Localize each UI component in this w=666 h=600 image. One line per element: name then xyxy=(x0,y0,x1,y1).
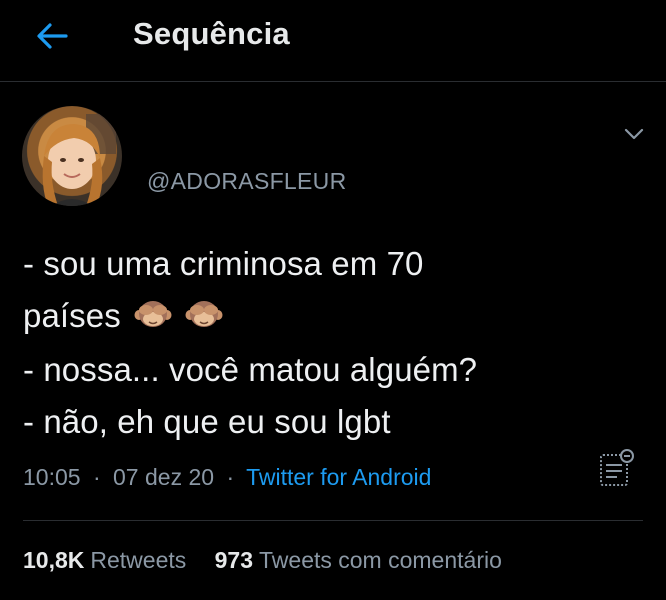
tweet-text: - sou uma criminosa em 70 países - nossa… xyxy=(23,238,643,448)
engagement-stats: 10,8K Retweets 973 Tweets com comentário xyxy=(23,547,524,574)
quote-tweets-label: Tweets com comentário xyxy=(259,547,502,573)
avatar[interactable] xyxy=(22,106,122,206)
tweet-date: 07 dez 20 xyxy=(113,464,215,490)
see-no-evil-monkey-icon xyxy=(185,292,223,344)
tweet-source-link[interactable]: Twitter for Android xyxy=(246,464,431,490)
tweet-line-text: países xyxy=(23,297,121,334)
meta-separator: · xyxy=(92,464,101,490)
retweets-count: 10,8K xyxy=(23,547,85,573)
author-handle[interactable]: @ADORASFLEUR xyxy=(147,168,346,195)
meta-separator: · xyxy=(226,464,235,490)
tweet-line: - sou uma criminosa em 70 xyxy=(23,245,424,282)
back-button[interactable] xyxy=(30,18,74,54)
retweets-stat[interactable]: 10,8K Retweets xyxy=(23,547,186,573)
tweet-line: países xyxy=(23,290,643,344)
quote-tweets-count: 973 xyxy=(214,547,254,573)
see-no-evil-monkey-icon xyxy=(134,292,172,344)
quote-tweets-stat[interactable]: 973 Tweets com comentário xyxy=(215,547,502,573)
tweet-detail-screen: Sequência @ADORASFLEUR - sou uma crimino… xyxy=(0,0,666,600)
tweet-line: - nossa... você matou alguém? xyxy=(23,351,478,389)
analytics-button[interactable] xyxy=(597,447,635,491)
tweet-line: - não, eh que eu sou lgbt xyxy=(23,403,391,441)
more-options-button[interactable] xyxy=(620,122,648,146)
page-title: Sequência xyxy=(133,16,290,51)
divider xyxy=(23,520,643,521)
chevron-down-icon xyxy=(624,128,644,140)
profile-photo-icon xyxy=(42,114,116,206)
top-bar: Sequência xyxy=(0,0,666,82)
analytics-icon xyxy=(600,449,634,486)
tweet-meta: 10:05 · 07 dez 20 · Twitter for Android xyxy=(23,464,431,491)
retweets-label: Retweets xyxy=(90,547,187,573)
tweet-time: 10:05 xyxy=(23,464,81,490)
arrow-left-icon xyxy=(37,23,68,49)
